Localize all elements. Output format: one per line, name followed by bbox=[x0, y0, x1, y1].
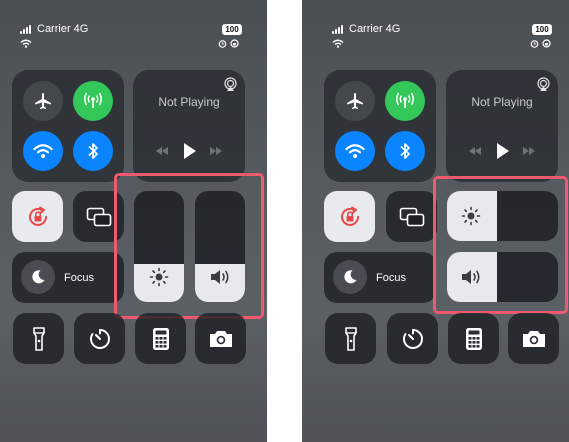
flashlight-icon bbox=[344, 326, 357, 351]
focus-button[interactable]: Focus bbox=[324, 252, 436, 303]
timer-icon bbox=[402, 328, 423, 349]
control-center-vertical: Carrier 4G 100 Not Playing Focus bbox=[0, 0, 267, 442]
camera-button[interactable] bbox=[195, 313, 246, 364]
battery-indicator: 100 bbox=[532, 24, 552, 35]
camera-icon bbox=[522, 330, 545, 347]
signal-strength-icon bbox=[20, 25, 31, 34]
now-playing-module[interactable]: Not Playing bbox=[446, 70, 558, 182]
media-controls bbox=[446, 142, 558, 160]
wifi-icon bbox=[345, 144, 365, 158]
timer-button[interactable] bbox=[74, 313, 125, 364]
airplane-mode-button[interactable] bbox=[335, 81, 375, 121]
wifi-status-icon bbox=[332, 39, 344, 48]
sliders-highlight-box bbox=[433, 176, 568, 314]
control-center-horizontal: Carrier 4G 100 Not Playing Focus bbox=[302, 0, 569, 442]
wifi-button[interactable] bbox=[335, 131, 375, 171]
bluetooth-icon bbox=[88, 143, 98, 159]
now-playing-title: Not Playing bbox=[158, 95, 220, 109]
wifi-button[interactable] bbox=[23, 131, 63, 171]
screen-mirroring-button[interactable] bbox=[386, 191, 437, 242]
moon-icon bbox=[344, 270, 357, 284]
calculator-icon bbox=[152, 327, 169, 350]
moon-icon bbox=[32, 270, 45, 284]
orientation-lock-status-icon bbox=[230, 39, 239, 48]
rotation-lock-icon bbox=[28, 206, 47, 226]
airplane-mode-button[interactable] bbox=[23, 81, 63, 121]
bluetooth-icon bbox=[400, 143, 410, 159]
next-track-icon[interactable] bbox=[209, 146, 223, 156]
focus-label: Focus bbox=[376, 272, 406, 284]
flashlight-button[interactable] bbox=[13, 313, 64, 364]
timer-icon bbox=[89, 328, 110, 349]
rotation-lock-icon bbox=[340, 206, 359, 226]
carrier-label: Carrier 4G bbox=[349, 23, 401, 35]
calculator-button[interactable] bbox=[448, 313, 499, 364]
status-bar: Carrier 4G 100 bbox=[302, 0, 569, 60]
airplay-audio-icon[interactable] bbox=[223, 77, 238, 92]
cellular-data-button[interactable] bbox=[385, 81, 425, 121]
previous-track-icon[interactable] bbox=[468, 146, 482, 156]
media-controls bbox=[133, 142, 245, 160]
timer-button[interactable] bbox=[387, 313, 438, 364]
focus-button[interactable]: Focus bbox=[12, 252, 124, 303]
cellular-antenna-icon bbox=[396, 92, 414, 108]
next-track-icon[interactable] bbox=[522, 146, 536, 156]
orientation-lock-status-icon bbox=[542, 39, 551, 48]
play-icon[interactable] bbox=[181, 142, 197, 160]
airplay-audio-icon[interactable] bbox=[536, 77, 551, 92]
calculator-icon bbox=[465, 327, 482, 350]
calculator-button[interactable] bbox=[135, 313, 186, 364]
focus-moon-badge bbox=[333, 260, 367, 294]
cellular-antenna-icon bbox=[84, 92, 102, 108]
focus-label: Focus bbox=[64, 272, 94, 284]
screen-mirroring-icon bbox=[86, 207, 111, 226]
flashlight-button[interactable] bbox=[325, 313, 376, 364]
connectivity-module bbox=[12, 70, 124, 182]
camera-button[interactable] bbox=[508, 313, 559, 364]
alarm-icon bbox=[530, 40, 539, 48]
signal-strength-icon bbox=[332, 25, 343, 34]
airplane-icon bbox=[35, 93, 51, 109]
now-playing-title: Not Playing bbox=[471, 95, 533, 109]
airplane-icon bbox=[347, 93, 363, 109]
rotation-lock-button[interactable] bbox=[12, 191, 63, 242]
sliders-highlight-box bbox=[114, 173, 264, 319]
screen-mirroring-icon bbox=[399, 207, 424, 226]
status-icons bbox=[530, 39, 551, 48]
alarm-icon bbox=[218, 40, 227, 48]
rotation-lock-button[interactable] bbox=[324, 191, 375, 242]
flashlight-icon bbox=[32, 326, 45, 351]
now-playing-module[interactable]: Not Playing bbox=[133, 70, 245, 182]
focus-moon-badge bbox=[21, 260, 55, 294]
wifi-icon bbox=[33, 144, 53, 158]
battery-indicator: 100 bbox=[222, 24, 242, 35]
cellular-data-button[interactable] bbox=[73, 81, 113, 121]
bluetooth-button[interactable] bbox=[385, 131, 425, 171]
wifi-status-icon bbox=[20, 39, 32, 48]
play-icon[interactable] bbox=[494, 142, 510, 160]
status-bar: Carrier 4G 100 bbox=[0, 0, 267, 60]
status-icons bbox=[218, 39, 239, 48]
connectivity-module bbox=[324, 70, 436, 182]
camera-icon bbox=[209, 330, 232, 347]
bluetooth-button[interactable] bbox=[73, 131, 113, 171]
previous-track-icon[interactable] bbox=[155, 146, 169, 156]
carrier-label: Carrier 4G bbox=[37, 23, 89, 35]
